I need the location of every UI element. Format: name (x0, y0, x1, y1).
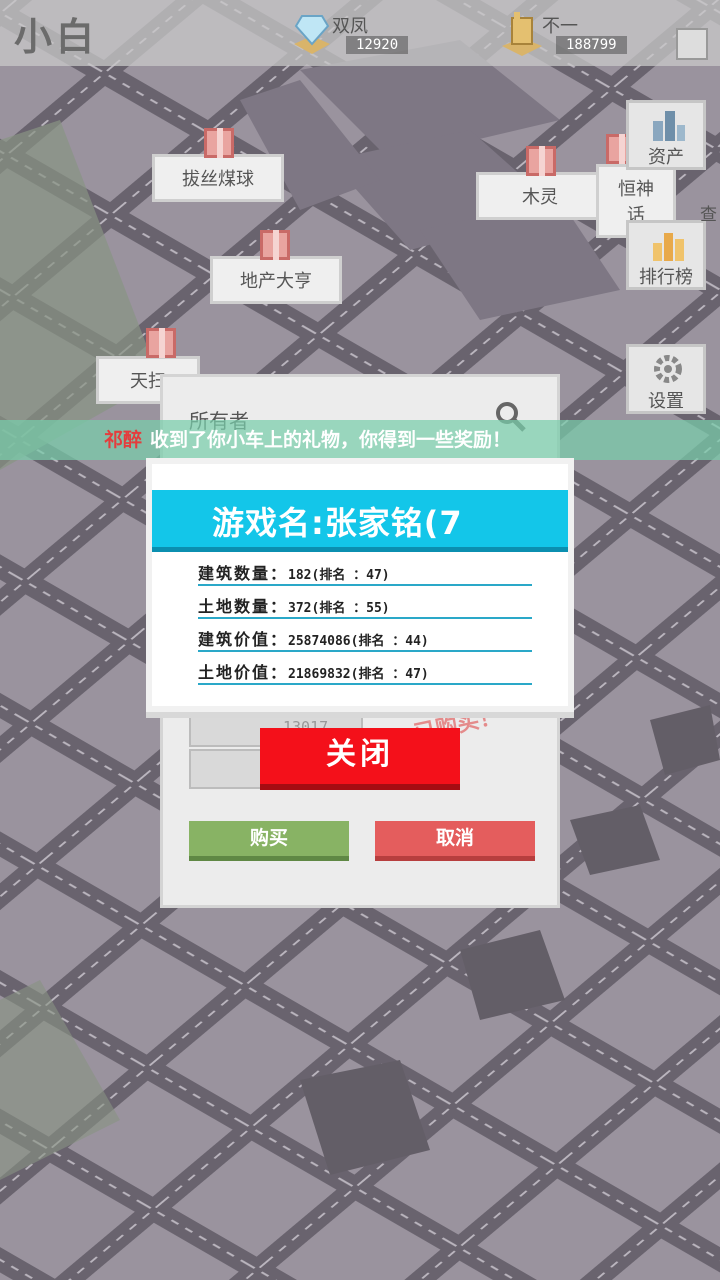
stat-row: 建筑价值：25874086(排名 ：44) (198, 626, 532, 652)
top-bar: 小白 双凤 12920 不一 188799 (0, 0, 720, 66)
cancel-button[interactable]: 取消 (375, 821, 535, 861)
gear-icon (654, 355, 682, 383)
notice-player-name: 祁醉 (104, 429, 143, 451)
info-card-header: 游戏名:张家铭(7 (152, 490, 568, 552)
gift-icon[interactable] (260, 230, 290, 260)
gift-icon[interactable] (146, 328, 176, 358)
stat-label: 土地价值： (198, 663, 289, 682)
coin-resource[interactable]: 不一 188799 (500, 10, 640, 56)
assets-button[interactable]: 资产 (626, 100, 706, 170)
player-name[interactable]: 小白 (14, 6, 98, 61)
diamond-icon (294, 15, 330, 54)
ranking-label: 排行榜 (639, 267, 693, 288)
gem-name: 双凤 (332, 16, 368, 37)
map-bubble[interactable]: 地产大亨 (210, 256, 342, 304)
corner-menu-button[interactable] (676, 28, 708, 60)
stat-label: 土地数量： (198, 597, 289, 616)
stat-value: 372(排名 ：55) (288, 601, 390, 616)
gift-notification: 祁醉 收到了你小车上的礼物，你得到一些奖励！ (0, 420, 720, 460)
ranking-button[interactable]: 排行榜 (626, 220, 706, 290)
peek-label[interactable]: 查 (700, 200, 720, 225)
map-bubble-label: 木灵 (522, 187, 558, 208)
info-card-title: 游戏名:张家铭(7 (212, 504, 463, 542)
buildings-icon (653, 111, 685, 141)
ranking-bars-icon (653, 233, 684, 261)
map-bubble[interactable]: 拔丝煤球 (152, 154, 284, 202)
notice-message: 收到了你小车上的礼物，你得到一些奖励！ (150, 429, 512, 451)
coin-name: 不一 (542, 16, 578, 37)
stat-row: 土地数量：372(排名 ：55) (198, 593, 532, 619)
coin-value: 188799 (556, 36, 627, 54)
gem-resource[interactable]: 双凤 12920 (290, 10, 420, 56)
coin-stack-icon (502, 12, 542, 56)
buy-button[interactable]: 购买 (189, 821, 349, 861)
assets-label: 资产 (648, 147, 684, 168)
stat-value: 21869832(排名 ：47) (288, 667, 429, 682)
gift-icon[interactable] (526, 146, 556, 176)
map-bubble-label: 地产大亨 (240, 271, 312, 292)
stat-value: 182(排名 ：47) (288, 568, 390, 583)
gem-value: 12920 (346, 36, 409, 54)
stat-row: 建筑数量：182(排名 ：47) (198, 560, 532, 586)
stat-value: 25874086(排名 ：44) (288, 634, 429, 649)
stat-label: 建筑价值： (198, 630, 289, 649)
close-button[interactable]: 关闭 (260, 728, 460, 790)
map-bubble-label: 拔丝煤球 (182, 169, 254, 190)
player-info-card: 游戏名:张家铭(7 建筑数量：182(排名 ：47) 土地数量：372(排名 ：… (146, 458, 574, 712)
stat-label: 建筑数量： (198, 564, 289, 583)
stat-row: 土地价值：21869832(排名 ：47) (198, 659, 532, 685)
map-bubble[interactable]: 木灵 (476, 172, 604, 220)
map-bubble-label: 恒神话 (618, 179, 654, 226)
settings-button[interactable]: 设置 (626, 344, 706, 414)
gift-icon[interactable] (204, 128, 234, 158)
game-screen: 小白 双凤 12920 不一 188799 拔丝煤球 木灵 恒神话 地产大亨 天… (0, 0, 720, 1280)
settings-label: 设置 (648, 391, 684, 412)
